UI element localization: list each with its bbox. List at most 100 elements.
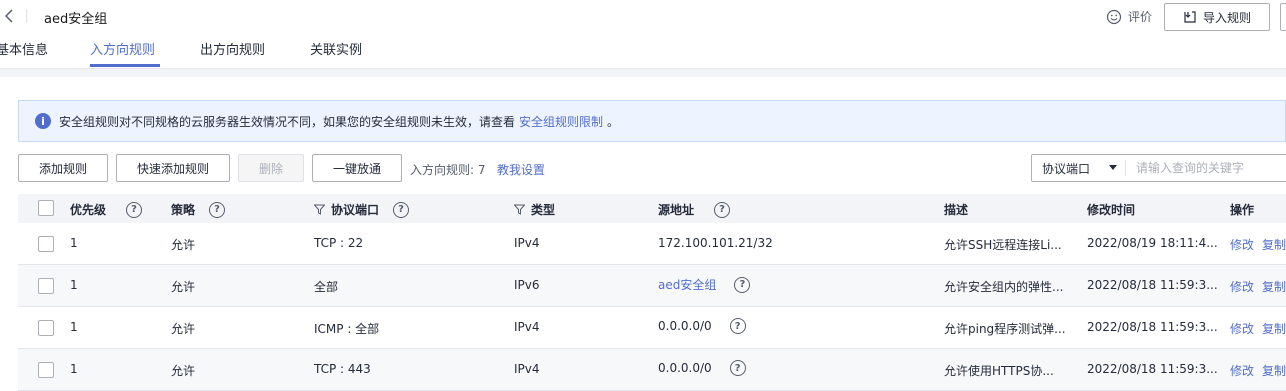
cell-type: IPv4 (514, 362, 540, 376)
cell-description: 允许安全组内的弹性... (944, 280, 1064, 294)
smile-icon (1106, 9, 1122, 24)
cell-source: 172.100.101.21/32 (658, 236, 773, 250)
cell-type: IPv6 (514, 278, 540, 292)
cell-source: aed安全组 ? (658, 276, 751, 293)
col-port: 协议端口 ? (314, 201, 410, 218)
table-row: 1 允许 ICMP : 全部 IPv4 0.0.0.0/0 ? 允许ping程序… (18, 307, 1286, 349)
table-row: 1 允许 全部 IPv6 aed安全组 ? 允许安全组内的弹性... 2022/… (18, 265, 1286, 307)
col-priority-label: 优先级 (70, 203, 107, 217)
cell-priority: 1 (70, 236, 78, 250)
inbound-rule-count: 入方向规则: 7 (410, 163, 486, 177)
evaluate-label: 评价 (1128, 10, 1153, 24)
security-group-link[interactable]: aed安全组 (658, 276, 716, 293)
cell-type: IPv4 (514, 320, 540, 334)
select-all-checkbox[interactable] (38, 200, 54, 216)
cell-policy: 允许 (171, 280, 196, 294)
tab-outbound-rules[interactable]: 出方向规则 (200, 39, 265, 58)
one-click-open-button[interactable]: 一键放通 (312, 154, 402, 182)
table-row: 1 允许 TCP : 443 IPv4 0.0.0.0/0 ? 允许使用HTTP… (18, 349, 1286, 391)
cell-modified: 2022/08/18 11:59:3... (1087, 362, 1218, 376)
col-type: 类型 (514, 201, 555, 218)
col-port-label: 协议端口 (331, 203, 380, 217)
search-input[interactable] (1126, 161, 1286, 175)
cell-policy: 允许 (171, 322, 196, 336)
filter-icon[interactable] (314, 204, 325, 215)
copy-link[interactable]: 复制 (1262, 278, 1286, 295)
divider (26, 9, 27, 23)
help-icon[interactable]: ? (209, 201, 226, 218)
guide-link[interactable]: 教我设置 (497, 161, 545, 178)
modify-link[interactable]: 修改 (1230, 278, 1254, 295)
col-description: 描述 (944, 203, 969, 217)
help-icon[interactable]: ? (714, 201, 731, 218)
modify-link[interactable]: 修改 (1230, 236, 1254, 253)
quick-add-rule-button[interactable]: 快速添加规则 (116, 154, 230, 182)
import-icon (1184, 11, 1196, 23)
cell-operations: 修改 复制 (1230, 236, 1286, 253)
cell-port: ICMP : 全部 (314, 322, 380, 336)
cell-description: 允许ping程序测试弹... (944, 322, 1066, 336)
add-rule-button[interactable]: 添加规则 (18, 154, 108, 182)
col-operations: 操作 (1230, 203, 1255, 217)
copy-link[interactable]: 复制 (1262, 362, 1286, 379)
row-checkbox[interactable] (38, 320, 54, 336)
copy-link[interactable]: 复制 (1262, 320, 1286, 337)
help-icon[interactable]: ? (734, 276, 751, 293)
source-value: 0.0.0.0/0 (658, 319, 712, 333)
tab-basic-info[interactable]: 基本信息 (0, 39, 48, 58)
tab-associated-instances[interactable]: 关联实例 (310, 39, 362, 58)
header-bar: aed安全组 评价 导入规则 基本信息 入方向规则 出方向规则 关联实例 (0, 0, 1286, 68)
row-checkbox[interactable] (38, 236, 54, 252)
search-filter: 协议端口 (1031, 154, 1286, 182)
help-icon[interactable]: ? (729, 318, 746, 334)
cell-policy: 允许 (171, 238, 196, 252)
cell-port: TCP : 443 (314, 362, 371, 376)
import-rules-button[interactable]: 导入规则 (1164, 3, 1270, 31)
cell-priority: 1 (70, 278, 78, 292)
delete-button[interactable]: 删除 (238, 154, 304, 182)
filter-select-label: 协议端口 (1042, 161, 1091, 176)
col-policy: 策略 ? (171, 201, 226, 218)
notice-banner: i 安全组规则对不同规格的云服务器生效情况不同，如果您的安全组规则未生效，请查看… (18, 100, 1286, 142)
modify-link[interactable]: 修改 (1230, 362, 1254, 379)
row-checkbox[interactable] (38, 278, 54, 294)
page-title: aed安全组 (44, 12, 108, 27)
more-button[interactable] (1280, 3, 1286, 31)
cell-policy: 允许 (171, 364, 196, 378)
help-icon[interactable]: ? (729, 360, 746, 376)
help-icon[interactable]: ? (126, 201, 143, 218)
cell-priority: 1 (70, 320, 78, 334)
col-modified: 修改时间 (1087, 203, 1136, 217)
cell-port: 全部 (314, 280, 339, 294)
cell-type: IPv4 (514, 236, 540, 250)
cell-operations: 修改 复制 (1230, 320, 1286, 337)
col-source: 源地址 ? (658, 201, 731, 218)
help-icon[interactable]: ? (393, 201, 410, 218)
notice-text: 安全组规则对不同规格的云服务器生效情况不同，如果您的安全组规则未生效，请查看 (59, 114, 516, 129)
cell-priority: 1 (70, 362, 78, 376)
modify-link[interactable]: 修改 (1230, 320, 1254, 337)
evaluate-link[interactable]: 评价 (1106, 8, 1152, 25)
cell-source: 0.0.0.0/0 ? (658, 318, 746, 334)
filter-select[interactable]: 协议端口 (1032, 160, 1126, 176)
active-tab-indicator (90, 64, 160, 67)
info-icon: i (35, 113, 51, 129)
col-policy-label: 策略 (171, 203, 196, 217)
table-header: 优先级 ? 策略 ? 协议端口 ? 类型 源地址 ? 描述 修改时间 操作 (18, 194, 1286, 223)
cell-modified: 2022/08/18 11:59:3... (1087, 278, 1218, 292)
cell-modified: 2022/08/18 11:59:3... (1087, 320, 1218, 334)
table-row: 1 允许 TCP : 22 IPv4 172.100.101.21/32 允许S… (18, 223, 1286, 265)
rule-limit-link[interactable]: 安全组规则限制 (519, 113, 603, 130)
col-source-label: 源地址 (658, 203, 695, 217)
col-priority: 优先级 ? (70, 201, 143, 218)
filter-icon[interactable] (514, 204, 525, 215)
row-checkbox[interactable] (38, 362, 54, 378)
cell-modified: 2022/08/19 18:11:4... (1087, 236, 1218, 250)
back-chevron-icon[interactable] (2, 6, 18, 26)
col-type-label: 类型 (531, 203, 556, 217)
cell-port: TCP : 22 (314, 236, 364, 250)
copy-link[interactable]: 复制 (1262, 236, 1286, 253)
tab-inbound-rules[interactable]: 入方向规则 (90, 39, 155, 58)
caret-down-icon (1109, 165, 1117, 170)
cell-description: 允许SSH远程连接Li... (944, 238, 1062, 252)
